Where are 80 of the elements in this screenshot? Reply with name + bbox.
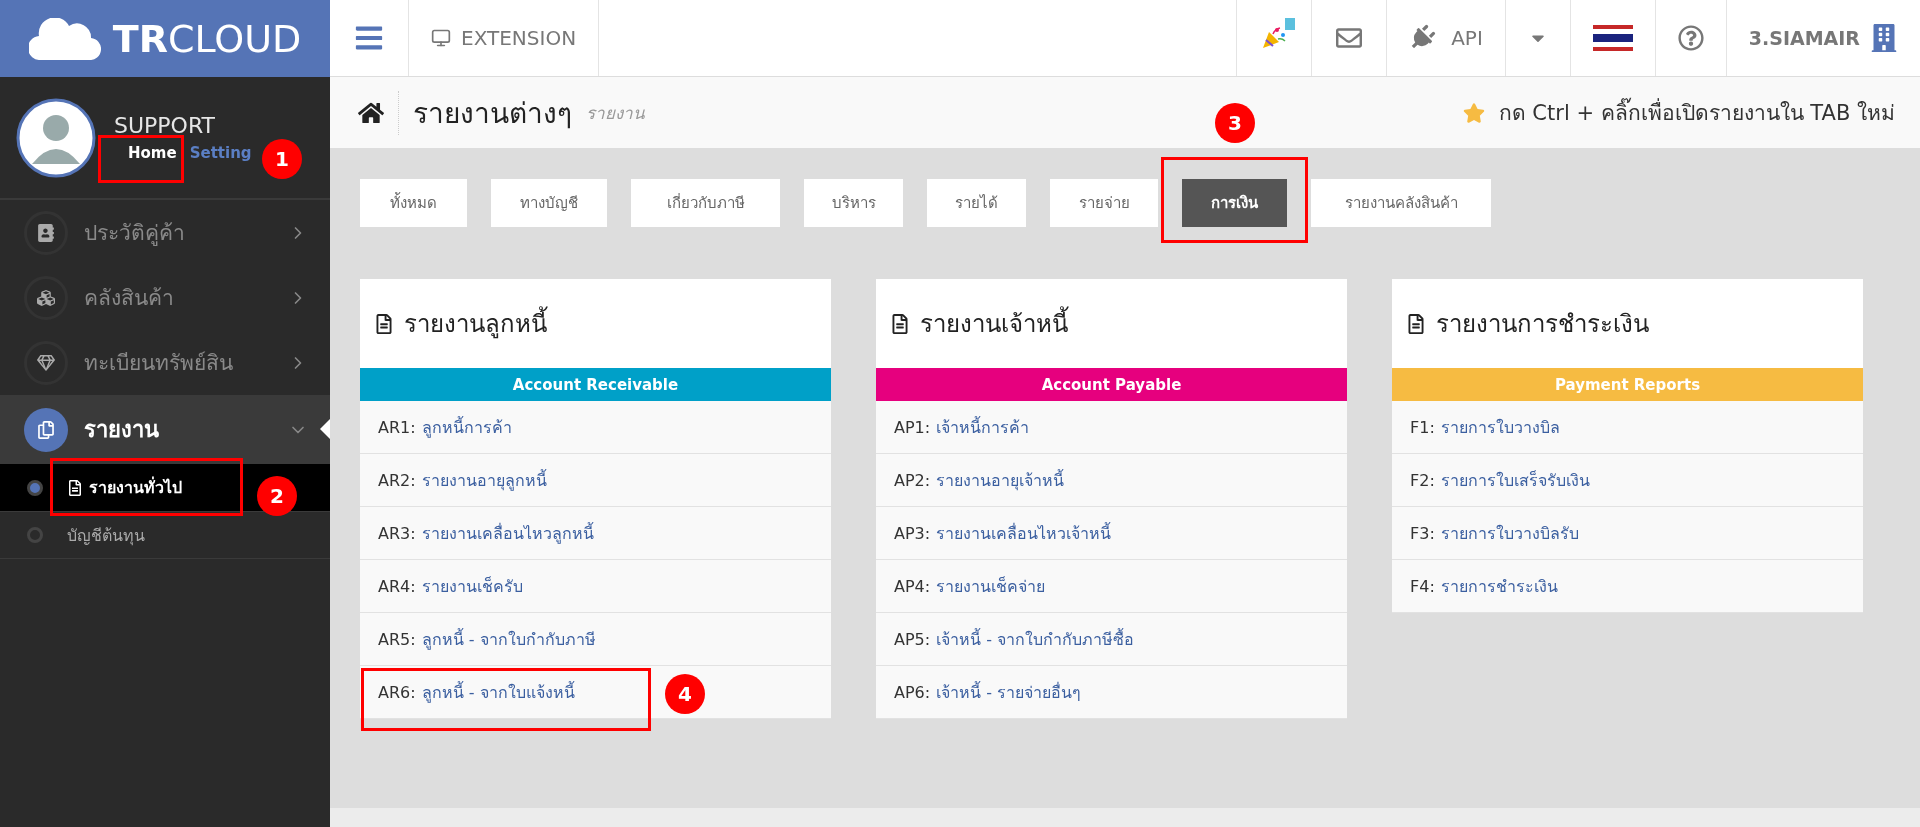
report-link[interactable]: รายงานเคลื่อนไหวเจ้าหนี้ bbox=[936, 520, 1112, 546]
report-code: AR4: bbox=[378, 576, 416, 596]
card-band: Account Receivable bbox=[360, 368, 831, 401]
company-button[interactable]: 3.SIAMAIR bbox=[1726, 0, 1920, 76]
page-subtitle: รายงาน bbox=[586, 102, 645, 125]
tree-dot bbox=[27, 527, 43, 543]
report-link[interactable]: เจ้าหนี้ - จากใบกำกับภาษีซื้อ bbox=[936, 626, 1135, 652]
report-code: F4: bbox=[1410, 576, 1435, 596]
report-code: AR2: bbox=[378, 470, 416, 490]
sidebar-item[interactable]: ประวัติคู่ค้า bbox=[0, 200, 330, 265]
sidebar-item[interactable]: คลังสินค้า bbox=[0, 265, 330, 330]
report-link[interactable]: รายงานเช็ครับ bbox=[421, 573, 523, 599]
hint-text: กด Ctrl + คลิ๊กเพื่อเปิดรายงานใน TAB ใหม่ bbox=[1498, 96, 1895, 129]
report-link[interactable]: เจ้าหนี้การค้า bbox=[936, 414, 1030, 440]
report-link[interactable]: รายงานเคลื่อนไหวลูกหนี้ bbox=[421, 520, 594, 546]
user-link[interactable]: Setting bbox=[189, 144, 252, 162]
mail-icon bbox=[1335, 25, 1362, 51]
active-pointer bbox=[320, 419, 330, 439]
document-icon bbox=[1406, 313, 1426, 334]
report-code: AR6: bbox=[378, 682, 416, 702]
filter-tab[interactable]: เกี่ยวกับภาษี bbox=[631, 179, 780, 227]
report-link[interactable]: รายการใบวางบิลรับ bbox=[1440, 520, 1579, 546]
filter-tab[interactable]: รายงานคลังสินค้า bbox=[1311, 179, 1491, 227]
report-code: F3: bbox=[1410, 523, 1435, 543]
flag-icon[interactable] bbox=[1592, 25, 1633, 51]
help-icon bbox=[1677, 25, 1704, 51]
api-button[interactable]: API bbox=[1386, 0, 1506, 76]
card-band: Account Payable bbox=[876, 368, 1347, 401]
diamond-icon bbox=[37, 353, 55, 372]
card-title: รายงานเจ้าหนี้ bbox=[920, 304, 1068, 343]
star-icon bbox=[1462, 101, 1485, 124]
user-name: SUPPORT bbox=[114, 113, 217, 138]
document-icon bbox=[374, 313, 394, 334]
filter-tab[interactable]: ทางบัญชี bbox=[491, 179, 607, 227]
report-code: F1: bbox=[1410, 417, 1435, 437]
report-link[interactable]: รายการใบเสร็จรับเงิน bbox=[1440, 467, 1590, 493]
contact-book-icon bbox=[37, 223, 55, 242]
report-code: AP6: bbox=[894, 682, 931, 702]
report-link[interactable]: รายการใบวางบิล bbox=[1440, 414, 1560, 440]
cubes-icon bbox=[37, 288, 55, 307]
filter-tab[interactable]: รายจ่าย bbox=[1050, 179, 1158, 227]
monitor-icon bbox=[431, 28, 451, 48]
sidebar-item[interactable]: ทะเบียนทรัพย์สิน bbox=[0, 330, 330, 395]
report-code: AP1: bbox=[894, 417, 931, 437]
filter-tab[interactable]: การเงิน bbox=[1182, 179, 1287, 227]
user-link[interactable]: Home bbox=[114, 144, 177, 162]
filter-tab[interactable]: ทั้งหมด bbox=[360, 179, 467, 227]
notification-badge bbox=[1284, 18, 1295, 30]
tree-dot bbox=[27, 479, 43, 496]
card-title: รายงานการชำระเงิน bbox=[1436, 309, 1649, 340]
building-icon bbox=[1870, 24, 1898, 52]
report-code: AP5: bbox=[894, 629, 931, 649]
report-code: AR3: bbox=[378, 523, 416, 543]
report-link[interactable]: ลูกหนี้ - จากใบกำกับภาษี bbox=[421, 626, 596, 652]
report-code: AP2: bbox=[894, 470, 931, 490]
cloud-logo-icon bbox=[28, 17, 101, 60]
document-icon bbox=[67, 479, 83, 496]
report-code: AP3: bbox=[894, 523, 931, 543]
document-icon bbox=[890, 313, 910, 334]
card-band: Payment Reports bbox=[1392, 368, 1863, 401]
sidebar-item[interactable]: รายงาน bbox=[0, 395, 330, 464]
report-code: AP4: bbox=[894, 576, 931, 596]
report-link[interactable]: รายงานอายุเจ้าหนี้ bbox=[936, 467, 1065, 493]
report-link[interactable]: ลูกหนี้ - จากใบแจ้งหนี้ bbox=[421, 679, 575, 705]
page-title: รายงานต่างๆ bbox=[398, 90, 572, 135]
report-code: AR5: bbox=[378, 629, 416, 649]
card-title: รายงานลูกหนี้ bbox=[404, 304, 547, 343]
report-code: F2: bbox=[1410, 470, 1435, 490]
report-link[interactable]: รายการชำระเงิน bbox=[1440, 573, 1558, 599]
report-link[interactable]: เจ้าหนี้ - รายจ่ายอื่นๆ bbox=[936, 679, 1082, 705]
brand-logo: TRCLOUD bbox=[112, 16, 302, 61]
party-popper-icon bbox=[1260, 26, 1287, 50]
copy-icon bbox=[37, 420, 55, 439]
report-link[interactable]: รายงานอายุลูกหนี้ bbox=[421, 467, 547, 493]
report-link[interactable]: ลูกหนี้การค้า bbox=[421, 414, 512, 440]
report-link[interactable]: รายงานเช็คจ่าย bbox=[936, 573, 1046, 599]
filter-tab[interactable]: บริหาร bbox=[804, 179, 903, 227]
report-code: AR1: bbox=[378, 417, 416, 437]
filter-tab[interactable]: รายได้ bbox=[927, 179, 1026, 227]
extension-button[interactable]: EXTENSION bbox=[409, 0, 600, 76]
